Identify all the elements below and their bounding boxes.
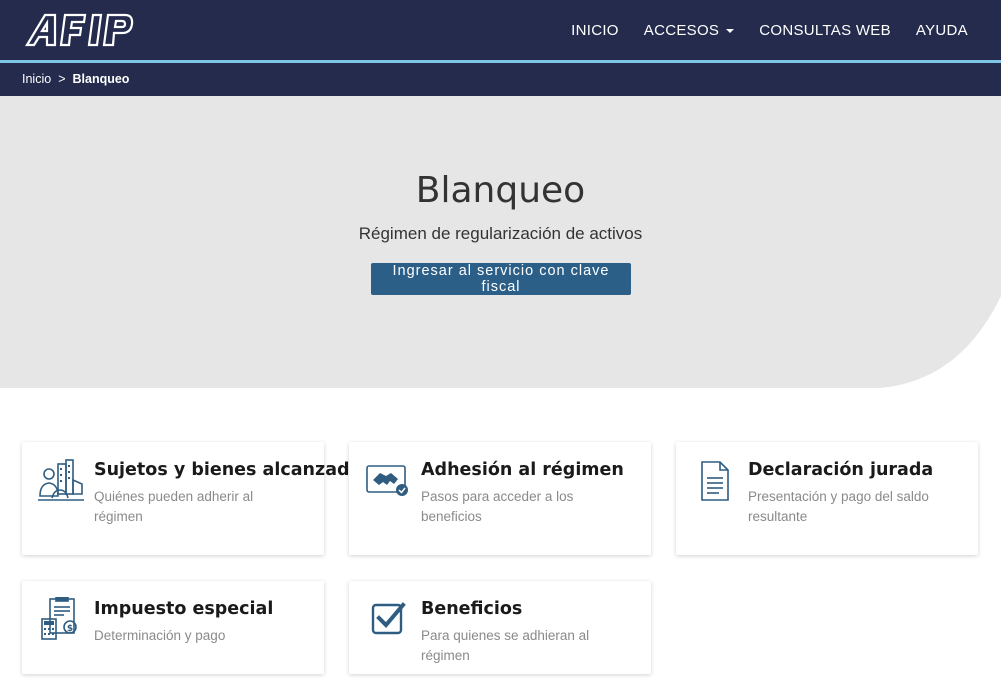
nav-inicio[interactable]: INICIO [571,22,619,39]
svg-text:$: $ [67,624,73,634]
card-description: Quiénes pueden adherir al régimen [94,489,254,524]
card-title: Adhesión al régimen [421,460,624,480]
hero-section: Blanqueo Régimen de regularización de ac… [0,96,1001,388]
card-title: Impuesto especial [94,599,274,619]
card-description: Pasos para acceder a los beneficios [421,489,574,524]
nav-ayuda[interactable]: AYUDA [916,22,968,39]
breadcrumb-separator: > [58,72,66,86]
checkbox-icon [371,602,406,635]
nav-accesos[interactable]: ACCESOS [643,22,735,39]
card-beneficios[interactable]: Beneficios Para quienes se adhieran al r… [349,581,651,674]
card-description: Para quienes se adhieran al régimen [421,628,590,663]
page-subtitle: Régimen de regularización de activos [358,224,643,243]
top-navbar: INICIO ACCESOS CONSULTAS WEB AYUDA [0,0,1001,61]
card-title: Declaración jurada [748,460,934,480]
caret-down-icon [726,28,735,33]
nav-inicio-label: INICIO [571,22,619,39]
breadcrumb-current: Blanqueo [72,72,130,86]
card-sujetos-bienes[interactable]: Sujetos y bienes alcanzados Quiénes pued… [22,442,372,555]
calculator-document-icon: $ [41,597,77,640]
breadcrumb-home[interactable]: Inicio [22,72,51,86]
card-title: Sujetos y bienes alcanzados [94,460,372,480]
main-nav: INICIO ACCESOS CONSULTAS WEB AYUDA [546,0,968,61]
nav-consultas-web-label: CONSULTAS WEB [759,22,891,39]
page-title: Blanqueo [415,170,586,211]
card-impuesto-especial[interactable]: $ Impuesto especial Determinación y pago [22,581,324,674]
nav-accesos-label: ACCESOS [643,22,720,39]
afip-logo[interactable] [25,13,135,47]
people-buildings-icon [38,459,84,501]
card-adhesion-regimen[interactable]: Adhesión al régimen Pasos para acceder a… [349,442,651,555]
nav-ayuda-label: AYUDA [915,22,968,39]
card-description: Presentación y pago del saldo resultante [748,489,929,524]
breadcrumb-bar: Inicio > Blanqueo [0,63,1001,96]
document-icon [701,461,729,501]
login-clave-fiscal-button[interactable]: Ingresar al servicio con clave fiscal [371,263,631,295]
card-title: Beneficios [421,599,523,619]
nav-consultas-web[interactable]: CONSULTAS WEB [759,22,891,39]
breadcrumb: Inicio > Blanqueo [22,72,129,86]
handshake-icon [366,465,408,496]
card-description: Determinación y pago [94,628,226,643]
card-declaracion-jurada[interactable]: Declaración jurada Presentación y pago d… [676,442,978,555]
